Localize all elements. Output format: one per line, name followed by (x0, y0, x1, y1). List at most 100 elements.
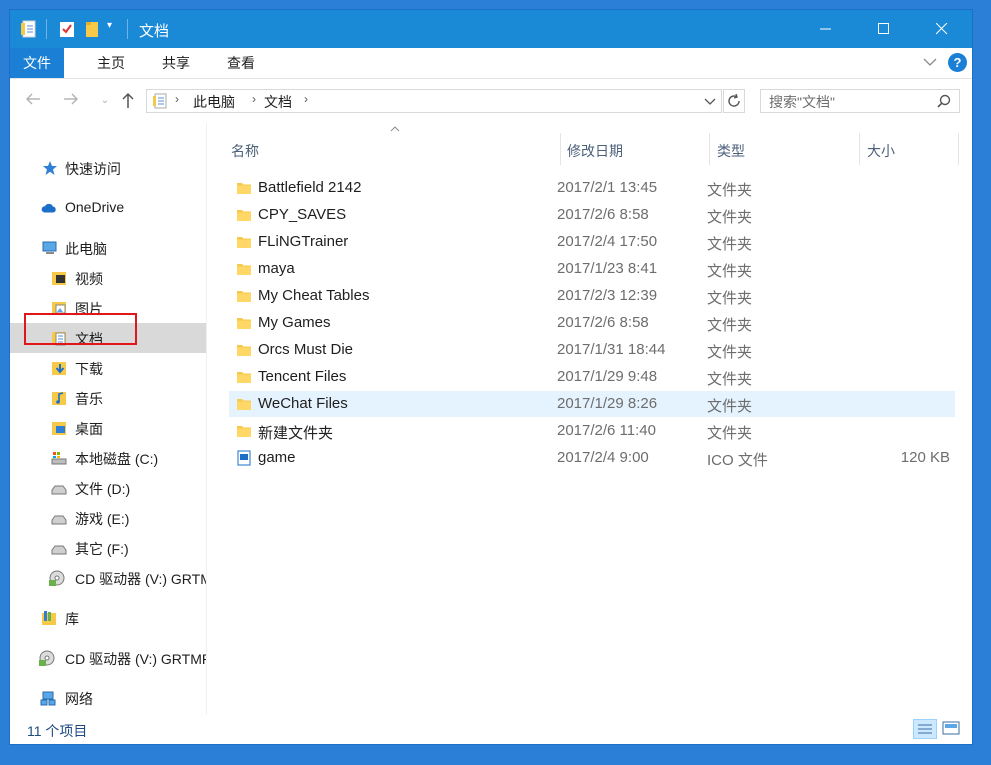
table-row[interactable]: game 2017/2/4 9:00 ICO 文件 120 KB (229, 445, 955, 471)
search-icon[interactable] (937, 94, 951, 108)
table-row[interactable]: Tencent Files 2017/1/29 9:48 文件夹 (229, 364, 955, 390)
table-row[interactable]: 新建文件夹 2017/2/6 11:40 文件夹 (229, 418, 955, 444)
customize-toolbar-icon[interactable]: ▾ (107, 20, 112, 31)
cd-drive-icon (49, 570, 65, 586)
column-divider[interactable] (859, 133, 860, 165)
search-input[interactable]: 搜索"文档" (769, 92, 835, 112)
tab-file[interactable]: 文件 (10, 48, 64, 78)
highlight-box (24, 313, 137, 345)
sidebar-item-this-pc[interactable]: 此电脑 (10, 233, 206, 263)
column-divider[interactable] (560, 133, 561, 165)
back-button[interactable] (22, 91, 44, 111)
breadcrumb-this-pc[interactable]: 此电脑 (193, 92, 235, 112)
item-count: 11 个项目 (27, 723, 88, 739)
table-row[interactable]: My Cheat Tables 2017/2/3 12:39 文件夹 (229, 283, 955, 309)
up-button[interactable] (117, 91, 139, 111)
folder-icon (237, 264, 251, 275)
status-bar: 11 个项目 (10, 715, 972, 744)
file-name: My Cheat Tables (258, 287, 370, 304)
file-type: 文件夹 (707, 317, 753, 334)
column-header-name[interactable]: 名称 (231, 131, 259, 167)
column-divider[interactable] (958, 133, 959, 165)
table-row[interactable]: Battlefield 2142 2017/2/1 13:45 文件夹 (229, 175, 955, 201)
address-history-button[interactable] (699, 90, 721, 112)
document-icon (153, 93, 167, 109)
search-box[interactable]: 搜索"文档" (760, 89, 960, 113)
tab-share[interactable]: 共享 (148, 48, 204, 78)
sidebar-item-network[interactable]: 网络 (10, 683, 206, 713)
sidebar-item-label: 快速访问 (65, 161, 121, 177)
computer-icon (42, 241, 57, 254)
breadcrumb-separator-icon[interactable]: › (304, 92, 308, 106)
folder-icon (237, 426, 251, 437)
file-date: 2017/2/3 12:39 (557, 287, 658, 304)
sidebar-item-drive-e[interactable]: 游戏 (E:) (10, 503, 206, 533)
separator (46, 19, 47, 39)
table-row[interactable]: FLiNGTrainer 2017/2/4 17:50 文件夹 (229, 229, 955, 255)
file-date: 2017/2/6 8:58 (557, 206, 649, 223)
tab-home[interactable]: 主页 (83, 48, 139, 78)
sidebar-item-cd-drive[interactable]: CD 驱动器 (V:) GRTMP (10, 643, 206, 673)
details-view-button[interactable] (913, 719, 937, 739)
sidebar-item-music[interactable]: 音乐 (10, 383, 206, 413)
sidebar-item-downloads[interactable]: 下载 (10, 353, 206, 383)
close-button[interactable] (913, 10, 971, 48)
cd-drive-icon (39, 650, 55, 666)
folder-icon (237, 183, 251, 194)
file-date: 2017/2/6 8:58 (557, 314, 649, 331)
explorer-window: ▾ 文档 文件 主页 共享 查看 ? ⌄ › 此电脑 › 文档 › 搜索"文档"… (10, 10, 972, 744)
maximize-icon (878, 23, 889, 34)
file-type: 文件夹 (707, 398, 753, 415)
sidebar-item-cd-drive-pc[interactable]: CD 驱动器 (V:) GRTMP (10, 563, 206, 593)
table-row[interactable]: My Games 2017/2/6 8:58 文件夹 (229, 310, 955, 336)
table-row[interactable]: maya 2017/1/23 8:41 文件夹 (229, 256, 955, 282)
sidebar-item-label: 网络 (65, 691, 93, 707)
column-divider[interactable] (709, 133, 710, 165)
title-bar: ▾ 文档 (10, 10, 972, 48)
file-type: 文件夹 (707, 371, 753, 388)
tab-view[interactable]: 查看 (213, 48, 269, 78)
sidebar-item-drive-f[interactable]: 其它 (F:) (10, 533, 206, 563)
large-icons-view-button[interactable] (940, 719, 964, 739)
downloads-folder-icon (52, 362, 66, 375)
sidebar-item-label: 文件 (D:) (75, 481, 131, 497)
recent-locations-icon[interactable]: ⌄ (94, 91, 116, 111)
properties-icon[interactable] (59, 20, 75, 38)
sidebar-item-drive-d[interactable]: 文件 (D:) (10, 473, 206, 503)
file-type: 文件夹 (707, 182, 753, 199)
new-folder-icon[interactable] (84, 20, 100, 38)
sidebar-item-libraries[interactable]: 库 (10, 603, 206, 633)
maximize-button[interactable] (855, 10, 913, 48)
document-icon[interactable] (21, 20, 37, 38)
file-date: 2017/2/6 11:40 (557, 422, 656, 439)
folder-icon (237, 399, 251, 410)
column-header-date[interactable]: 修改日期 (567, 131, 623, 167)
sidebar-item-onedrive[interactable]: OneDrive (10, 193, 206, 223)
expand-ribbon-icon[interactable] (923, 56, 937, 70)
table-row[interactable]: WeChat Files 2017/1/29 8:26 文件夹 (229, 391, 955, 417)
forward-button[interactable] (60, 91, 82, 111)
sidebar-item-desktop[interactable]: 桌面 (10, 413, 206, 443)
sidebar-item-videos[interactable]: 视频 (10, 263, 206, 293)
sort-ascending-icon (390, 123, 400, 135)
file-name: Tencent Files (258, 368, 347, 385)
column-header-type[interactable]: 类型 (717, 131, 745, 167)
library-icon (42, 611, 56, 625)
folder-icon (237, 318, 251, 329)
help-icon[interactable]: ? (948, 53, 967, 72)
table-row[interactable]: CPY_SAVES 2017/2/6 8:58 文件夹 (229, 202, 955, 228)
table-row[interactable]: Orcs Must Die 2017/1/31 18:44 文件夹 (229, 337, 955, 363)
breadcrumb-documents[interactable]: 文档 (264, 92, 292, 112)
column-header-size[interactable]: 大小 (867, 131, 895, 167)
address-bar[interactable]: › 此电脑 › 文档 › (146, 89, 722, 113)
refresh-button[interactable] (723, 89, 745, 113)
sidebar-item-drive-c[interactable]: 本地磁盘 (C:) (10, 443, 206, 473)
sidebar-item-label: 下载 (75, 361, 103, 377)
minimize-button[interactable] (797, 10, 855, 48)
file-name: WeChat Files (258, 395, 348, 412)
breadcrumb-separator-icon[interactable]: › (252, 92, 256, 106)
sidebar-item-label: 此电脑 (65, 241, 107, 257)
ribbon-tabs: 文件 主页 共享 查看 ? (10, 48, 972, 79)
sidebar-item-quick-access[interactable]: 快速访问 (10, 153, 206, 183)
breadcrumb-separator-icon[interactable]: › (175, 92, 179, 106)
